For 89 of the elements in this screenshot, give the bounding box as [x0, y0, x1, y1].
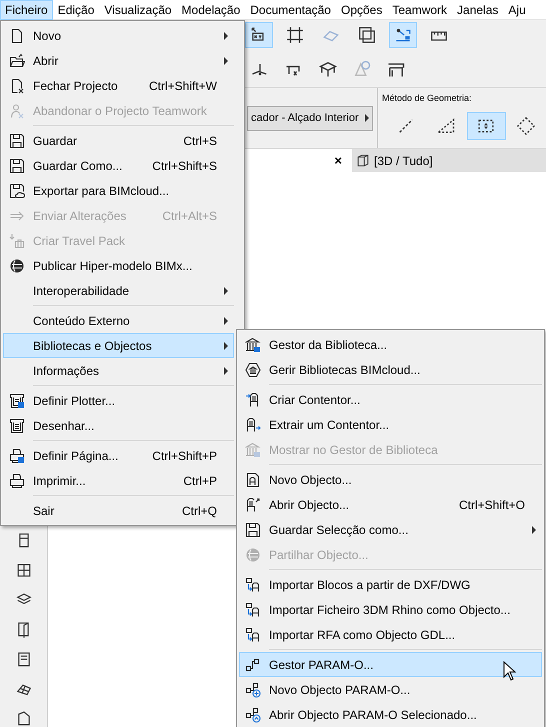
menu-item[interactable]: Guardar Ctrl+S — [3, 128, 234, 153]
plotter-icon — [9, 418, 25, 434]
plotter-icon — [9, 392, 25, 408]
close-tab-button[interactable]: × — [334, 150, 342, 170]
chair-icon — [245, 416, 261, 432]
menu-item[interactable]: Guardar Como... Ctrl+Shift+S — [3, 153, 234, 178]
menu-item[interactable]: Novo — [3, 23, 234, 48]
menu-bar-item[interactable]: Janelas — [452, 0, 504, 20]
cone-icon — [352, 58, 372, 78]
floppy-disk-icon — [9, 132, 25, 148]
menu-item[interactable]: Interoperabilidade — [3, 278, 234, 303]
submenu-arrow-icon — [224, 32, 228, 40]
menu-bar-item[interactable]: Aju — [503, 0, 531, 20]
menu-bar-item[interactable]: Modelação — [176, 0, 246, 20]
toolbar-button[interactable] — [245, 22, 273, 48]
menu-item[interactable]: Exportar para BIMcloud... — [3, 178, 234, 203]
geometry-method-label: Método de Geometria: — [382, 92, 473, 105]
floppy-cloud-icon — [9, 182, 25, 198]
geometry-icon — [436, 116, 456, 136]
cube-icon — [356, 154, 370, 168]
menu-item[interactable]: Desenhar... — [3, 413, 234, 438]
view-tab[interactable]: [3D / Tudo] — [352, 149, 546, 172]
menu-item[interactable]: Importar Blocos a partir de DXF/DWG — [239, 572, 542, 597]
close-document-icon — [9, 78, 25, 94]
menu-item[interactable]: Abrir Objecto... Ctrl+Shift+O — [239, 492, 542, 517]
menu-bar-item[interactable]: Ficheiro — [0, 0, 53, 20]
submenu-arrow-icon — [532, 526, 536, 534]
menu-item[interactable]: Novo Objecto PARAM-O... — [239, 677, 542, 702]
submenu-arrow-icon — [224, 342, 228, 350]
menu-item[interactable]: Criar Contentor... — [239, 387, 542, 412]
menu-item[interactable]: Imprimir... Ctrl+P — [3, 468, 234, 493]
floppy-disk-icon — [245, 522, 261, 538]
menu-item[interactable]: Abrir Objecto PARAM-O Selecionado... — [239, 702, 542, 727]
chair-icon — [245, 392, 261, 408]
trace-icon — [394, 26, 412, 44]
menu-item[interactable]: Definir Página... Ctrl+Shift+P — [3, 443, 234, 468]
chair-document-icon — [245, 472, 261, 488]
chairs-icon — [245, 576, 261, 592]
geometry-method-button[interactable] — [466, 112, 506, 140]
suitcase-icon — [9, 232, 25, 248]
menu-bar-item[interactable]: Teamwork — [387, 0, 452, 20]
page-icon — [9, 28, 25, 44]
menu-bar-item[interactable]: Opções — [336, 0, 388, 20]
menu-item[interactable]: Gestor PARAM-O... — [239, 652, 542, 677]
menu-item[interactable]: Definir Plotter... — [3, 388, 234, 413]
chairs-icon — [245, 602, 261, 618]
submenu-arrow-icon — [224, 316, 228, 324]
submenu-arrow-icon — [224, 366, 228, 374]
geometry-icon — [516, 116, 536, 136]
menu-item[interactable]: Bibliotecas e Objectos — [3, 333, 234, 358]
chair-icon — [245, 496, 261, 512]
person-icon — [9, 102, 25, 118]
menu-item[interactable]: Guardar Selecção como... — [239, 517, 542, 542]
globe-icon — [9, 258, 25, 274]
menu-item[interactable]: Publicar Hiper-modelo BIMx... — [3, 253, 234, 278]
view-dropdown-button[interactable]: cador - Alçado Interior — [247, 106, 373, 130]
grid-icon — [286, 26, 304, 44]
folder-icon — [9, 52, 25, 68]
menu-item[interactable]: Importar Ficheiro 3DM Rhino como Objecto... — [239, 597, 542, 622]
layers-icon — [358, 26, 376, 44]
window-icon — [14, 562, 32, 578]
menu-item[interactable]: Informações — [3, 358, 234, 383]
printer-icon — [9, 472, 25, 488]
menu-bar-item[interactable]: Edição — [52, 0, 100, 20]
menu-item[interactable]: Sair Ctrl+Q — [3, 498, 234, 523]
menu-bar-item[interactable]: Documentação — [245, 0, 336, 20]
menu-bar-item[interactable]: Visualização — [99, 0, 177, 20]
nodes-open-icon — [245, 706, 261, 722]
submenu-arrow-icon — [365, 114, 369, 122]
submenu-arrow-icon — [224, 286, 228, 294]
globe-icon — [245, 546, 261, 562]
nodes-icon — [245, 656, 261, 672]
chairs-icon — [245, 626, 261, 642]
hexagon-building-icon — [245, 362, 261, 378]
menu-item[interactable]: Fechar Projecto Ctrl+Shift+W — [3, 73, 234, 98]
menu-item[interactable]: Importar RFA como Objecto GDL... — [239, 622, 542, 647]
cursor-icon — [503, 661, 517, 682]
building-icon — [245, 336, 261, 352]
printer-icon — [9, 448, 25, 464]
building-icon — [245, 442, 261, 458]
menu-item[interactable]: Novo Objecto... — [239, 467, 542, 492]
menu-item[interactable]: Gerir Bibliotecas BIMcloud... — [239, 357, 542, 382]
nodes-add-icon — [245, 682, 261, 698]
submenu-arrow-icon — [224, 56, 228, 64]
menu-item[interactable]: Abrir — [3, 48, 234, 73]
menu-item[interactable]: Gestor da Biblioteca... — [239, 332, 542, 357]
floppy-disk-icon — [9, 158, 25, 174]
menu-item[interactable]: Extrair um Contentor... — [239, 412, 542, 437]
menu-item[interactable]: Conteúdo Externo — [3, 308, 234, 333]
